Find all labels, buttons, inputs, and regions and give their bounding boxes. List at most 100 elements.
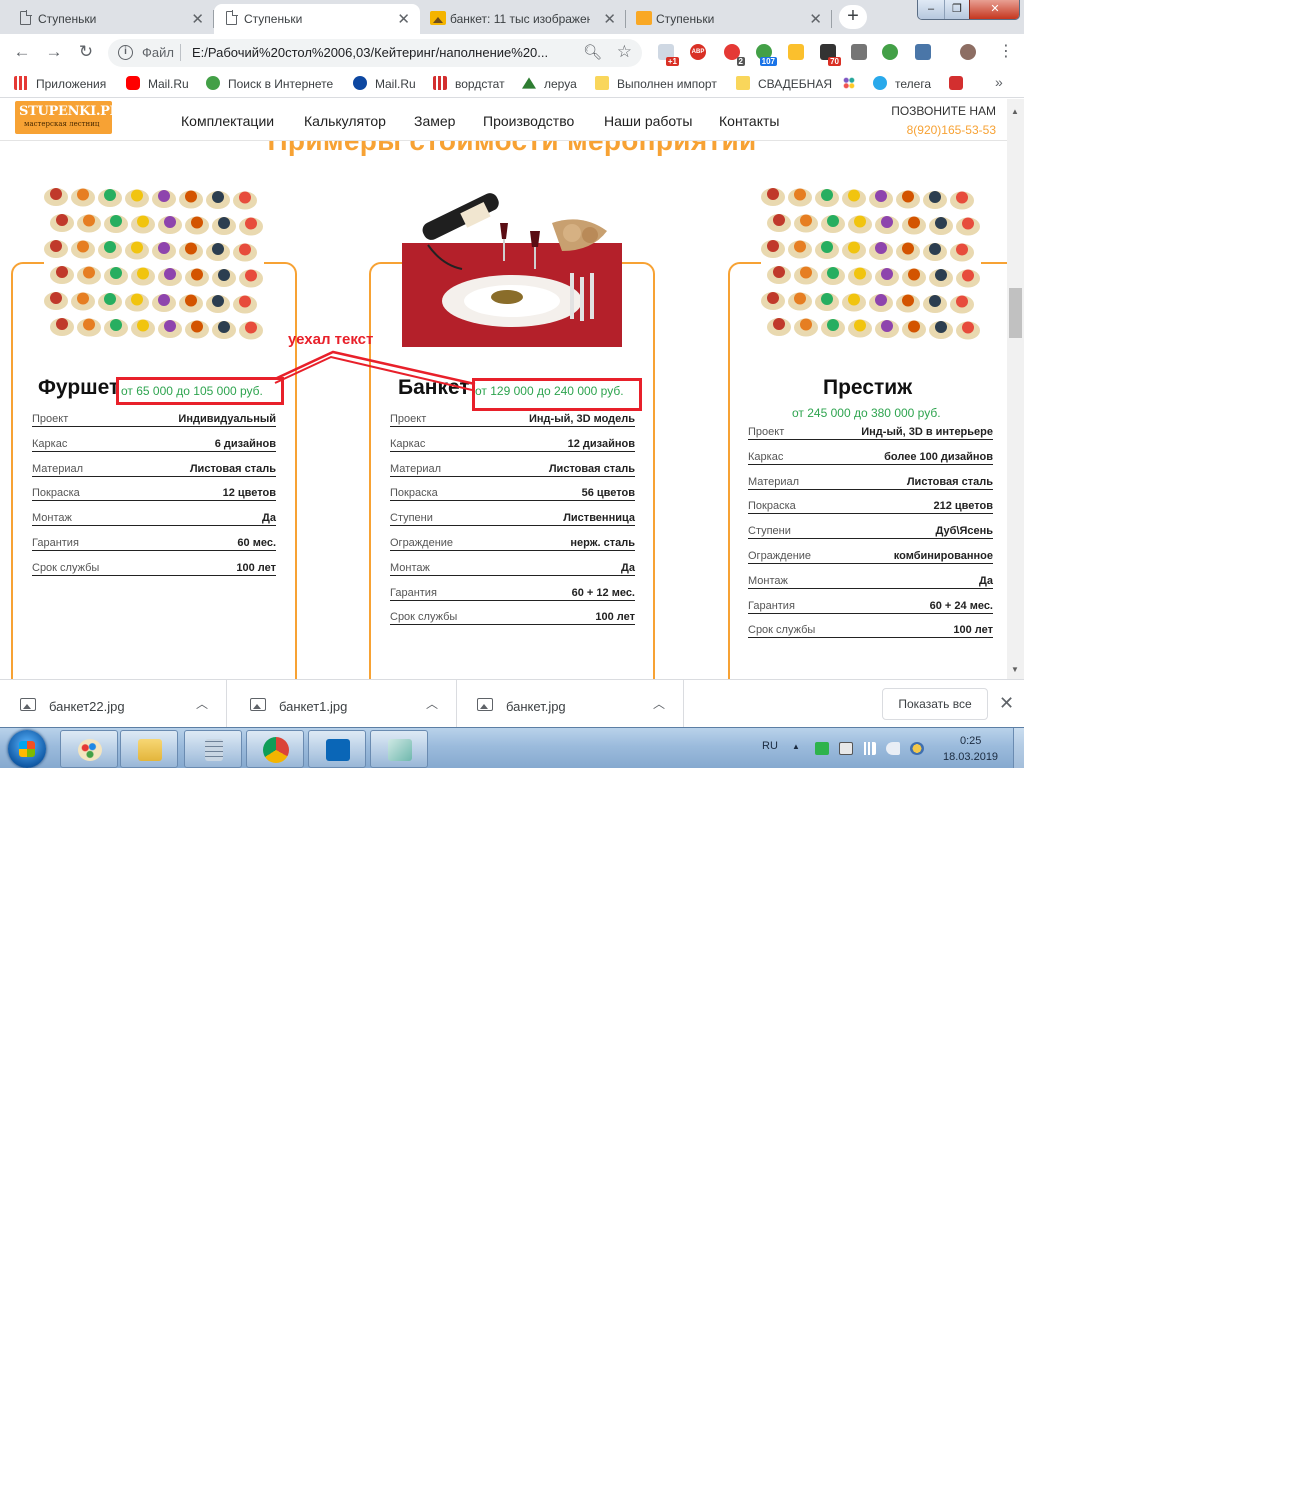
lock-extension-icon[interactable]: 107	[756, 44, 777, 66]
taskbar-calculator[interactable]	[184, 730, 242, 768]
address-url[interactable]: E:/Рабочий%20стол%2006,03/Кейтеринг/напо…	[192, 45, 548, 60]
chat-extension-icon[interactable]: 70	[820, 44, 841, 66]
nav-item-proizvodstvo[interactable]: Производство	[483, 113, 574, 129]
tab-2-active[interactable]: Ступеньки ✕	[214, 4, 420, 34]
extension-badge: 107	[759, 57, 777, 66]
spec-row: Срок службы 100 лет	[32, 562, 276, 576]
card-image-canapes	[44, 173, 264, 347]
close-icon[interactable]: ✕	[603, 10, 616, 28]
chevron-up-icon[interactable]: ︿	[426, 695, 438, 712]
spec-key: Проект	[748, 426, 785, 438]
show-desktop-button[interactable]	[1013, 728, 1024, 768]
spec-key: Монтаж	[32, 512, 72, 525]
spec-row: Проект Индивидуальный	[32, 413, 276, 427]
extension-badge: 2	[736, 57, 745, 66]
tray-expand-icon[interactable]: ▲	[792, 742, 800, 751]
adblock-icon[interactable]: ABP	[690, 44, 706, 60]
zoom-icon[interactable]: 🔍︎	[583, 43, 602, 61]
new-tab-button[interactable]: +	[839, 5, 867, 29]
bookmark-label: СВАДЕБНАЯ	[758, 77, 833, 91]
weather-icon[interactable]	[910, 742, 924, 755]
download-item[interactable]: банкет1.jpg ︿	[230, 680, 457, 728]
taskbar-vscode[interactable]	[308, 730, 366, 768]
spec-row: Покраска 212 цветов	[748, 500, 993, 515]
clock-time[interactable]: 0:25	[960, 735, 981, 747]
spec-row: Ступени Дуб\Ясень	[748, 525, 993, 540]
bookmark-extension-icon[interactable]	[788, 44, 804, 60]
bookmarks-more-icon[interactable]: »	[995, 74, 1003, 90]
scroll-thumb[interactable]	[1009, 288, 1022, 338]
profile-avatar-icon[interactable]	[960, 44, 976, 60]
chart-icon	[636, 11, 652, 25]
bookmark-star-icon[interactable]: ☆	[617, 42, 632, 62]
camera-extension-icon[interactable]	[851, 44, 867, 60]
network-signal-icon[interactable]	[862, 742, 876, 755]
tab-3[interactable]: банкет: 11 тыс изображений ✕	[420, 4, 626, 34]
nav-item-contacts[interactable]: Контакты	[719, 113, 779, 129]
phone-link[interactable]: 8(920)165-53-53	[907, 123, 996, 137]
opera-extension-icon[interactable]: 2	[724, 44, 745, 66]
nav-item-calculator[interactable]: Калькулятор	[304, 113, 386, 129]
tab-4[interactable]: Ступеньки ✕	[626, 4, 832, 34]
tab-title: Ступеньки	[244, 12, 303, 26]
card-title: Фуршет	[38, 376, 120, 399]
tab-title: Ступеньки	[38, 12, 97, 26]
spec-value: Лиственница	[563, 512, 635, 525]
close-icon[interactable]: ✕	[191, 10, 204, 28]
reload-icon[interactable]: ↻	[76, 42, 96, 62]
tab-separator	[831, 10, 832, 28]
close-icon[interactable]: ✕	[397, 10, 410, 28]
page-scrollbar[interactable]: ▲ ▼	[1007, 99, 1024, 679]
telegram-icon	[873, 76, 887, 90]
taskbar-notepad[interactable]	[370, 730, 428, 768]
site-logo[interactable]: STUPENKI.PRO мастерская лестниц	[15, 101, 131, 134]
notepad-icon	[388, 739, 412, 761]
scroll-down-icon[interactable]: ▼	[1011, 665, 1019, 674]
maximize-button[interactable]: ❐	[944, 0, 969, 19]
close-icon[interactable]: ✕	[809, 10, 822, 28]
cloud-extension-icon[interactable]: +1	[658, 44, 679, 66]
green-extension-icon[interactable]	[882, 44, 898, 60]
download-filename: банкет.jpg	[506, 699, 566, 714]
spec-value: 60 мес.	[237, 537, 276, 549]
scroll-up-icon[interactable]: ▲	[1011, 107, 1019, 116]
language-indicator[interactable]: RU	[762, 740, 778, 752]
spec-row: Каркас более 100 дизайнов	[748, 451, 993, 465]
taskbar-paint[interactable]	[60, 730, 118, 768]
start-button[interactable]	[8, 730, 46, 768]
nav-item-nashi-raboty[interactable]: Наши работы	[604, 113, 692, 129]
spec-key: Срок службы	[748, 624, 816, 637]
spec-value: Да	[262, 512, 276, 525]
chevron-up-icon[interactable]: ︿	[653, 695, 665, 712]
taskbar-explorer[interactable]	[120, 730, 178, 768]
tab-1[interactable]: Ступеньки ✕	[8, 4, 214, 34]
close-icon[interactable]: ✕	[999, 693, 1014, 714]
spec-key: Каркас	[390, 437, 426, 450]
download-item[interactable]: банкет.jpg ︿	[457, 680, 684, 728]
spec-value: Листовая сталь	[548, 462, 635, 475]
download-item[interactable]: банкет22.jpg ︿	[0, 680, 227, 728]
show-all-button[interactable]: Показать все	[882, 688, 988, 720]
taskbar-chrome[interactable]	[246, 730, 304, 768]
spec-value: более 100 дизайнов	[884, 450, 993, 463]
volume-icon[interactable]	[886, 742, 900, 755]
spec-key: Ограждение	[748, 550, 812, 562]
minimize-button[interactable]: –	[918, 0, 944, 19]
vk-extension-icon[interactable]	[915, 44, 931, 60]
nav-item-zamer[interactable]: Замер	[414, 113, 455, 129]
tray-app-icon[interactable]	[815, 742, 829, 755]
leroy-icon	[522, 77, 536, 89]
menu-icon[interactable]: ⋮	[998, 43, 1014, 61]
forward-arrow-icon[interactable]: →	[44, 42, 64, 62]
spec-value: 100 лет	[595, 611, 635, 624]
nav-item-komplektacii[interactable]: Комплектации	[181, 113, 274, 129]
chevron-up-icon[interactable]: ︿	[196, 695, 208, 712]
tray-usb-icon[interactable]	[839, 742, 853, 755]
back-arrow-icon[interactable]: ←	[12, 42, 32, 62]
annotation-box-1	[116, 377, 284, 405]
close-window-button[interactable]: ✕	[969, 0, 1019, 19]
info-icon[interactable]: i	[118, 45, 133, 60]
address-bar[interactable]: i Файл E:/Рабочий%20стол%2006,03/Кейтери…	[108, 39, 642, 67]
spec-key: Материал	[390, 462, 441, 475]
clock-date[interactable]: 18.03.2019	[943, 751, 998, 763]
